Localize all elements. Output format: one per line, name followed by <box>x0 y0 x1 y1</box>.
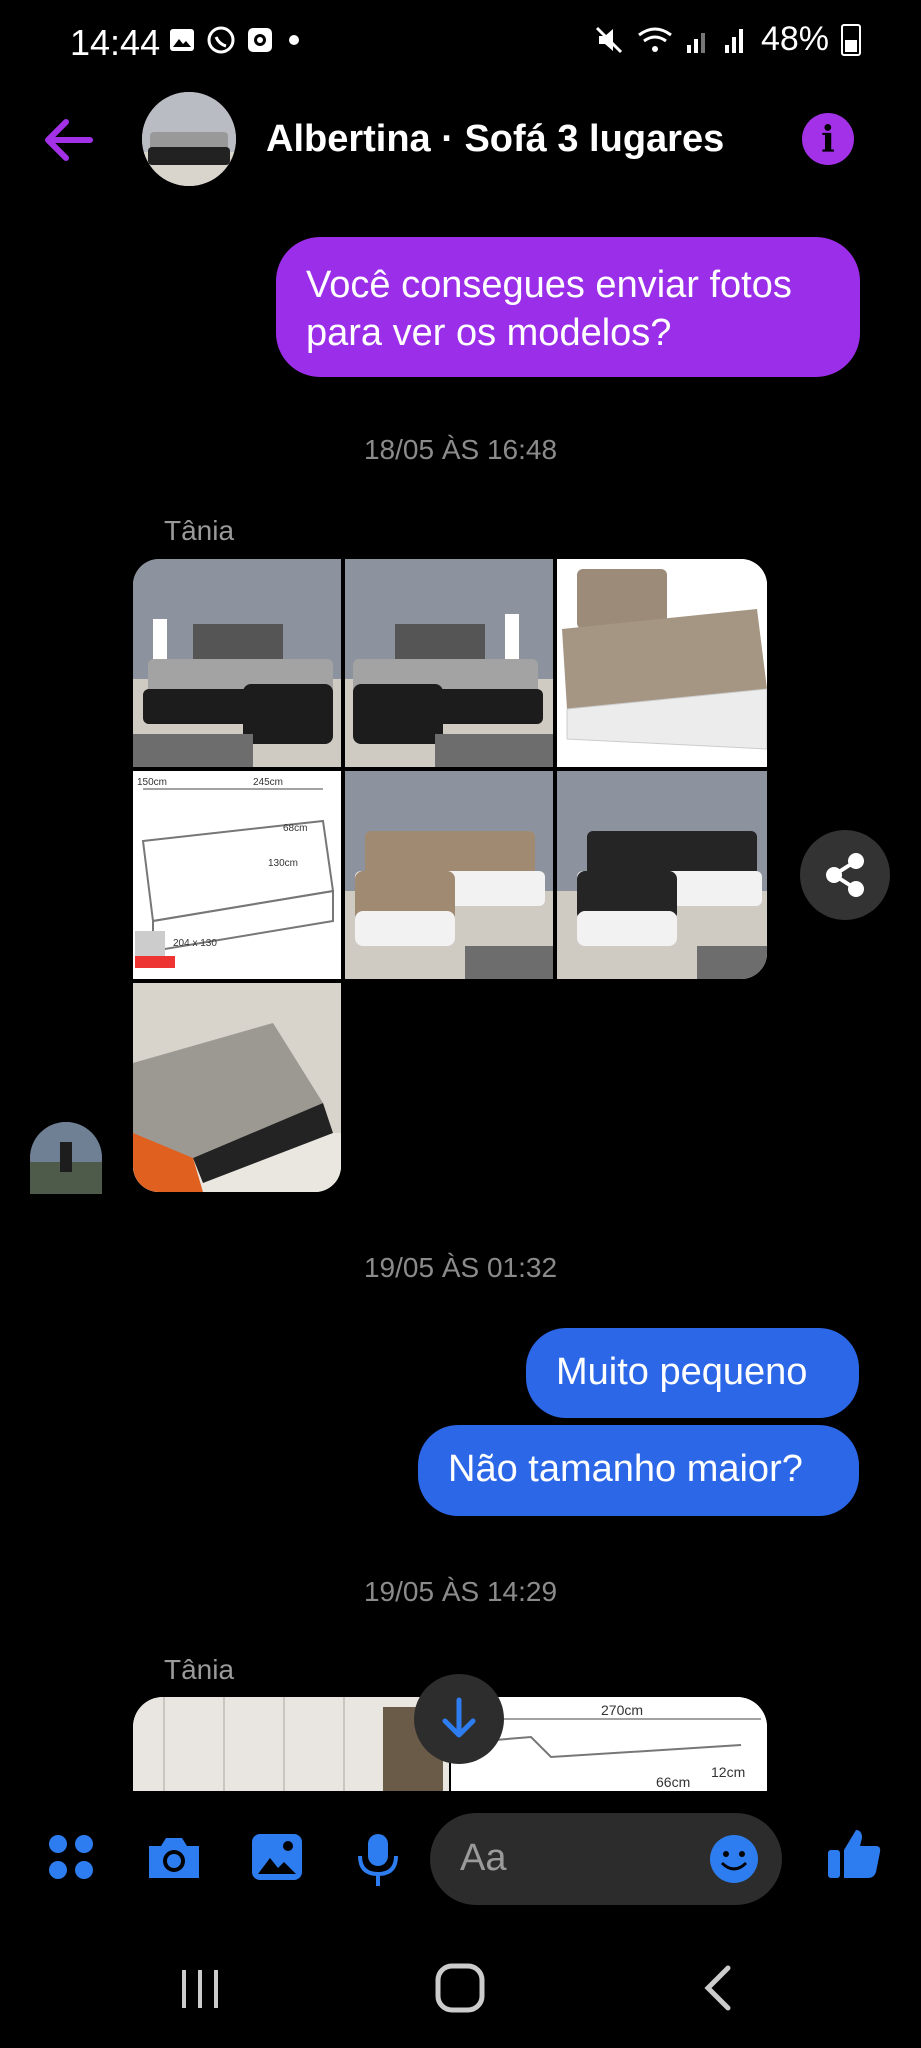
message-input[interactable]: Aa <box>430 1813 782 1905</box>
scroll-down-icon <box>442 1697 476 1738</box>
app-notification-icon <box>248 28 272 52</box>
photo-sofa-beige-detail[interactable] <box>557 559 767 767</box>
status-bar: 14:44 48% <box>0 0 921 90</box>
sender-name: Tânia <box>164 1654 235 1685</box>
signal-icon-1 <box>686 32 705 53</box>
system-nav-bar <box>0 1940 921 2048</box>
diagram-label-w1: 150cm <box>137 777 167 788</box>
scroll-to-bottom-button[interactable] <box>414 1674 504 1764</box>
photo-sofa-gray-2[interactable] <box>345 559 553 767</box>
diagram-label-h2: 66cm <box>656 1774 690 1790</box>
diagram-label-d1: 68cm <box>283 823 307 834</box>
whatsapp-notification-icon <box>207 26 235 54</box>
photo-wardrobe-room[interactable] <box>133 1697 449 1791</box>
photo-sofa-black-white[interactable] <box>557 771 767 979</box>
conversation-title[interactable]: Albertina · Sofá 3 lugares <box>266 118 724 161</box>
outgoing-message[interactable]: Você consegues enviar fotos para ver os … <box>276 237 860 377</box>
sender-name: Tânia <box>164 515 235 546</box>
share-icon <box>826 853 864 897</box>
timestamp: 19/05 ÀS 01:32 <box>363 1252 558 1283</box>
timestamp: 19/05 ÀS 14:29 <box>363 1576 558 1607</box>
photo-sofa-gray-1[interactable] <box>133 559 341 767</box>
diagram-label-w2: 245cm <box>253 777 283 788</box>
diagram-label-h3: 12cm <box>711 1764 745 1780</box>
diagram-label-d2: 130cm <box>268 858 298 869</box>
apps-icon[interactable] <box>46 1832 96 1882</box>
signal-icon-2 <box>724 28 743 53</box>
gallery-icon[interactable] <box>250 1832 304 1882</box>
conversation-avatar[interactable] <box>142 92 236 186</box>
emoji-icon[interactable] <box>708 1833 760 1885</box>
timestamp: 18/05 ÀS 16:48 <box>363 434 558 465</box>
camera-icon[interactable] <box>145 1832 203 1882</box>
notification-icons <box>168 25 304 55</box>
diagram-label-h1: 270cm <box>601 1702 643 1718</box>
back-nav-icon[interactable] <box>698 1962 738 2014</box>
status-right: 48% <box>593 20 861 59</box>
outgoing-message[interactable]: Não tamanho maior? <box>418 1425 859 1516</box>
info-icon[interactable]: i <box>802 113 854 165</box>
share-button[interactable] <box>800 830 890 920</box>
wifi-icon <box>638 27 672 52</box>
message-input-placeholder: Aa <box>460 1837 507 1879</box>
mic-icon[interactable] <box>356 1832 400 1888</box>
status-time: 14:44 <box>70 22 161 63</box>
photo-sofa-beige-white[interactable] <box>345 771 553 979</box>
diagram-label-bed: 204 x 130 <box>173 938 217 949</box>
outgoing-message[interactable]: Muito pequeno <box>526 1328 859 1418</box>
home-icon[interactable] <box>434 1962 486 2014</box>
battery-percent: 48% <box>760 20 829 58</box>
mute-icon <box>595 26 622 53</box>
sender-avatar[interactable] <box>30 1122 102 1194</box>
photo-dimensions-diagram[interactable]: 150cm 245cm 68cm 130cm 204 x 130 <box>133 771 341 979</box>
dot-icon <box>289 35 299 45</box>
recents-icon[interactable] <box>176 1964 226 2014</box>
photo-sofa-in-home[interactable] <box>133 983 341 1192</box>
thumbs-up-icon[interactable] <box>826 1826 882 1882</box>
back-arrow-icon[interactable] <box>40 110 110 170</box>
battery-icon <box>841 23 861 56</box>
gallery-notification-icon <box>170 29 194 51</box>
